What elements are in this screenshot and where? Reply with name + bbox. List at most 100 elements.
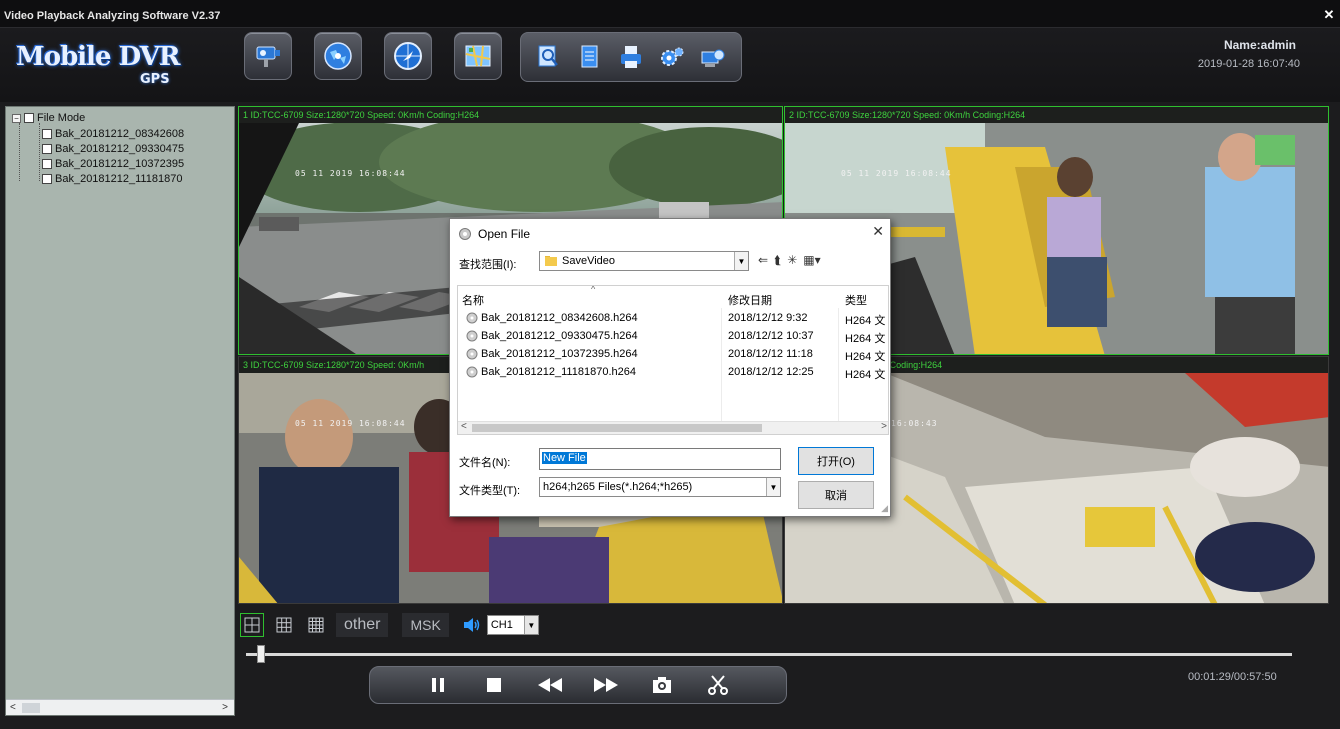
resize-grip-icon[interactable]: ◢ [881,503,888,514]
seek-handle[interactable] [256,645,265,663]
stop-icon [487,678,501,692]
collapse-icon[interactable]: − [12,113,21,123]
up-folder-icon[interactable]: ⮬ [774,253,781,268]
channel-select[interactable]: CH1 ▼ [486,615,539,635]
chevron-down-icon[interactable]: ▼ [523,616,538,634]
chevron-down-icon[interactable]: ▼ [766,478,780,496]
tree-root-checkbox[interactable] [24,113,34,123]
tree-item-checkbox[interactable] [42,144,52,154]
layout-9-button[interactable] [272,613,296,637]
tree-item[interactable]: Bak_20181212_08342608 [42,127,184,141]
map-icon [465,45,491,67]
playback-time: 00:01:29/00:57:50 [1188,671,1277,683]
filetype-value: h264;h265 Files(*.h264;*h265) [543,481,693,493]
column-name-header[interactable]: 名称 [462,292,484,308]
tree-item-label: Bak_20181212_10372395 [55,158,185,170]
file-name: Bak_20181212_10372395.h264 [481,348,638,360]
tree-root-label: File Mode [37,112,86,124]
seek-bar[interactable] [246,653,1292,656]
search-button[interactable] [533,41,565,73]
tree-item-checkbox[interactable] [42,129,52,139]
file-date: 2018/12/12 11:18 [728,348,813,360]
print-button[interactable] [615,41,647,73]
dialog-nav-toolbar: ⇐ ⮬ ✳ ▦▾ [758,253,821,268]
other-button[interactable]: other [336,613,389,637]
app-window: Video Playback Analyzing Software V2.37 … [0,0,1340,729]
pause-icon [432,678,444,692]
app-title: Video Playback Analyzing Software V2.37 [4,10,221,22]
tree-item[interactable]: Bak_20181212_11181870 [42,172,182,186]
globe-map-button[interactable] [314,32,362,80]
video-timestamp-osd: 16:08:43 [891,419,938,428]
network-button[interactable] [697,41,729,73]
speaker-icon [463,618,480,632]
scroll-thumb[interactable] [472,424,762,432]
scroll-right-icon[interactable]: > [881,421,887,432]
video-timestamp-osd: 05 11 2019 16:08:44 [841,169,952,178]
document-button[interactable] [574,41,606,73]
file-icon [466,330,478,342]
volume-button[interactable] [463,615,483,635]
grid-4x4-icon [308,617,324,633]
look-in-value: SaveVideo [562,255,616,267]
view-menu-icon[interactable]: ▦▾ [803,253,820,268]
stop-button[interactable] [476,670,512,700]
layout-16-button[interactable] [304,613,328,637]
rewind-button[interactable] [532,670,568,700]
camera-button[interactable] [244,32,292,80]
fast-forward-button[interactable] [588,670,624,700]
tree-item-checkbox[interactable] [42,174,52,184]
back-icon[interactable]: ⇐ [758,253,768,268]
video-cell-label: 1 ID:TCC-6709 Size:1280*720 Speed: 0Km/h… [243,110,480,120]
tree-item[interactable]: Bak_20181212_09330475 [42,142,184,156]
user-name: Name:admin [1223,38,1296,52]
filetype-select[interactable]: h264;h265 Files(*.h264;*h265) ▼ [539,477,781,497]
tree-item-checkbox[interactable] [42,159,52,169]
search-icon [538,45,559,67]
scroll-right-icon[interactable]: > [222,702,228,713]
logo-sub: GPS [140,72,170,87]
compass-button[interactable] [384,32,432,80]
file-row[interactable]: Bak_20181212_11181870.h264 2018/12/12 12… [458,364,888,382]
tree-item-label: Bak_20181212_09330475 [55,143,185,155]
new-folder-icon[interactable]: ✳ [787,253,797,268]
title-bar: Video Playback Analyzing Software V2.37 [0,0,1340,28]
dialog-close-button[interactable]: ✕ [872,223,884,240]
open-button[interactable]: 打开(O) [798,447,874,475]
filename-label: 文件名(N): [459,457,511,469]
tree-connector [39,123,40,181]
print-icon [620,46,641,68]
pause-button[interactable] [420,670,456,700]
tree-horizontal-scrollbar[interactable]: < > [6,699,234,715]
file-date: 2018/12/12 12:25 [728,366,814,378]
close-window-button[interactable]: ✕ [1322,8,1336,22]
column-type-header[interactable]: 类型 [845,292,867,308]
scroll-thumb[interactable] [22,703,40,713]
file-date: 2018/12/12 10:37 [728,330,814,342]
file-row[interactable]: Bak_20181212_08342608.h264 2018/12/12 9:… [458,310,888,328]
cancel-button[interactable]: 取消 [798,481,874,509]
file-row[interactable]: Bak_20181212_10372395.h264 2018/12/12 11… [458,346,888,364]
file-list-hscrollbar[interactable]: < > [458,421,888,434]
scroll-left-icon[interactable]: < [461,421,467,432]
filename-input[interactable]: New File [539,448,781,470]
file-row[interactable]: Bak_20181212_09330475.h264 2018/12/12 10… [458,328,888,346]
file-list: ^ 名称 修改日期 类型 Bak_20181212_08342608.h264 … [457,285,889,435]
column-date-header[interactable]: 修改日期 [728,292,772,308]
file-type: H264 文 [845,315,886,327]
tree-item[interactable]: Bak_20181212_10372395 [42,157,184,171]
look-in-select[interactable]: SaveVideo ▼ [539,251,749,271]
file-icon [466,366,478,378]
tree-root[interactable]: − File Mode [12,111,85,125]
snapshot-button[interactable] [644,670,680,700]
layout-4-button[interactable] [240,613,264,637]
scroll-left-icon[interactable]: < [10,702,16,713]
open-file-dialog: Open File ✕ 查找范围(I): SaveVideo ▼ ⇐ ⮬ ✳ ▦… [449,218,891,517]
settings-button[interactable] [656,41,688,73]
file-icon [466,348,478,360]
map-button[interactable] [454,32,502,80]
clip-button[interactable] [700,670,736,700]
msk-button[interactable]: MSK [402,613,449,637]
chevron-down-icon[interactable]: ▼ [734,252,748,270]
file-name: Bak_20181212_08342608.h264 [481,312,638,324]
